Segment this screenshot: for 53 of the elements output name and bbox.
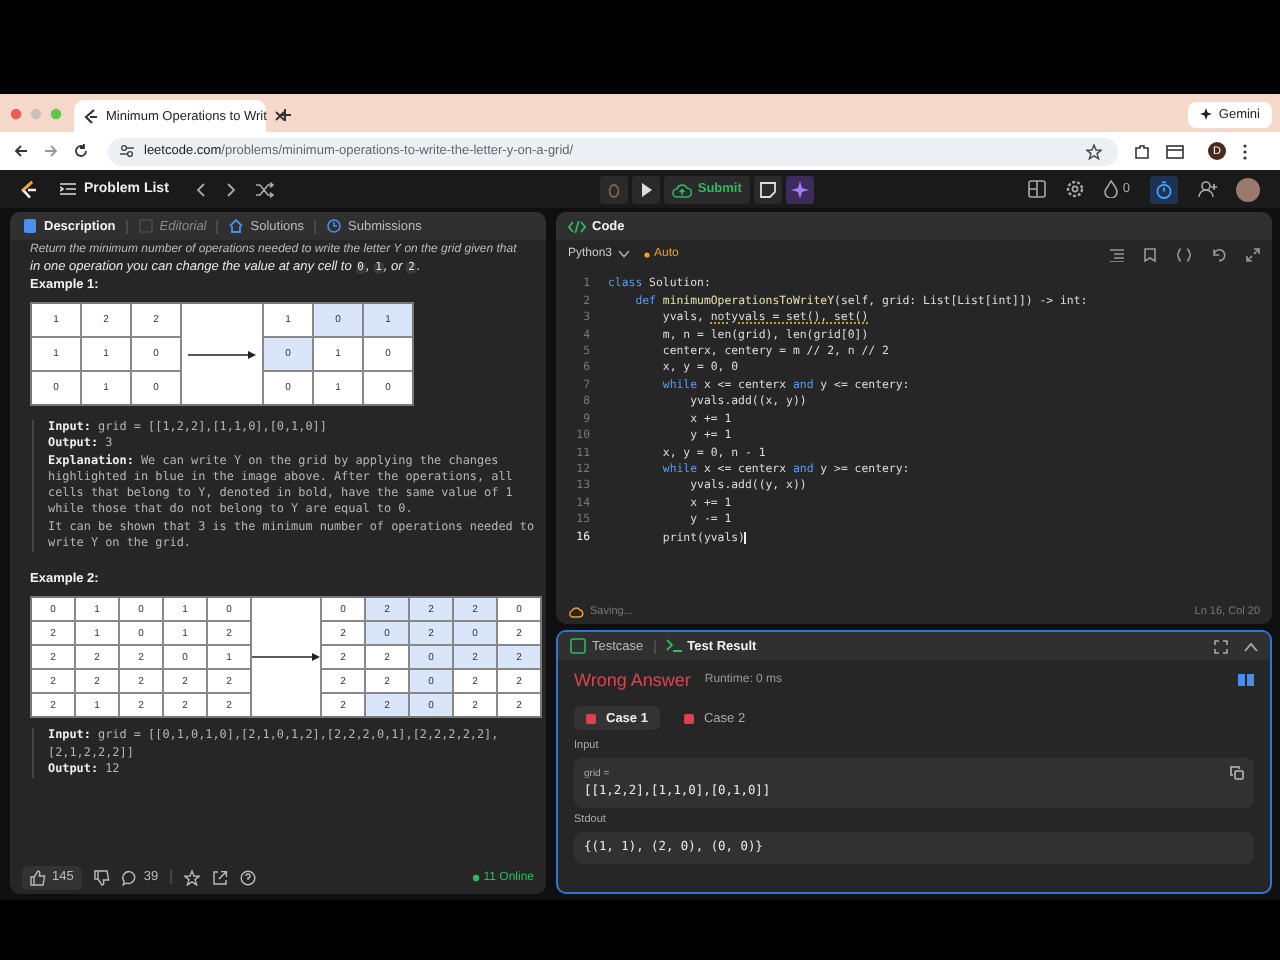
chevron-up-icon[interactable] bbox=[1244, 641, 1258, 651]
status-square-icon bbox=[683, 713, 694, 723]
chevron-down-icon bbox=[618, 250, 631, 258]
expand-icon[interactable] bbox=[1246, 247, 1260, 261]
arrow-icon bbox=[252, 652, 320, 663]
status-dot-icon bbox=[644, 251, 651, 257]
code-icon bbox=[568, 219, 586, 233]
cloud-upload-icon bbox=[671, 181, 692, 197]
compare-icon[interactable] bbox=[1238, 674, 1254, 686]
chevron-right-icon[interactable] bbox=[226, 181, 237, 197]
site-settings-icon[interactable] bbox=[120, 144, 134, 158]
arrow-icon bbox=[188, 349, 256, 359]
sparkle-icon bbox=[1200, 108, 1213, 120]
copy-icon[interactable] bbox=[1230, 766, 1244, 780]
plus-icon[interactable] bbox=[278, 108, 292, 122]
fullscreen-icon[interactable] bbox=[1214, 639, 1228, 653]
settings-icon[interactable] bbox=[1066, 180, 1085, 198]
star-icon[interactable] bbox=[1086, 143, 1102, 159]
star-icon[interactable] bbox=[184, 869, 201, 885]
bookmark-icon[interactable] bbox=[1144, 247, 1156, 261]
shuffle-icon[interactable] bbox=[256, 181, 275, 197]
note-icon[interactable] bbox=[753, 175, 782, 203]
avatar[interactable] bbox=[1236, 177, 1260, 201]
status-dot-icon bbox=[471, 873, 480, 881]
add-user-icon[interactable] bbox=[1198, 180, 1218, 198]
thumbs-up-icon bbox=[30, 869, 46, 885]
run-icon[interactable] bbox=[631, 175, 660, 203]
checkbox-icon bbox=[570, 638, 586, 654]
leetcode-logo-icon bbox=[84, 108, 98, 124]
chevron-left-icon[interactable] bbox=[196, 181, 207, 197]
timer-icon[interactable] bbox=[1150, 175, 1178, 203]
more-icon[interactable] bbox=[1242, 143, 1248, 159]
thumbs-down-icon[interactable] bbox=[93, 869, 110, 885]
layout-icon[interactable] bbox=[1028, 180, 1047, 198]
back-arrow-icon[interactable] bbox=[14, 144, 28, 158]
braces-icon[interactable] bbox=[1176, 247, 1192, 261]
verdict-text: Wrong Answer bbox=[574, 670, 691, 690]
reload-icon[interactable] bbox=[74, 144, 88, 158]
close-icon[interactable] bbox=[274, 110, 287, 122]
format-lines-icon[interactable] bbox=[1110, 247, 1124, 261]
comment-icon bbox=[121, 869, 138, 885]
help-icon[interactable] bbox=[240, 869, 257, 885]
leetcode-logo-icon[interactable] bbox=[20, 179, 38, 199]
share-icon[interactable] bbox=[212, 869, 229, 885]
sparkle-icon[interactable] bbox=[785, 175, 814, 203]
status-square-icon bbox=[586, 713, 596, 723]
forward-arrow-icon[interactable] bbox=[44, 144, 58, 158]
clock-icon bbox=[326, 218, 342, 234]
document-icon bbox=[22, 218, 38, 234]
terminal-icon bbox=[665, 638, 682, 654]
undo-icon[interactable] bbox=[1212, 247, 1226, 261]
list-icon bbox=[60, 182, 76, 196]
cloud-icon bbox=[568, 606, 584, 618]
